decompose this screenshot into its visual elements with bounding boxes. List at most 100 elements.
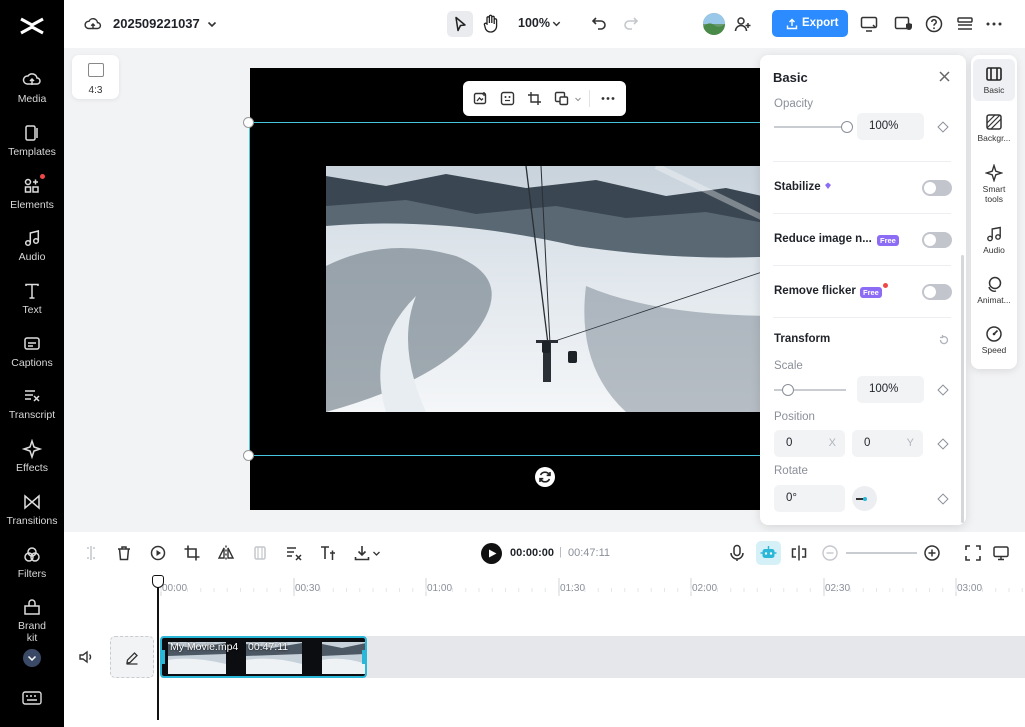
tool-audio[interactable]: Audio [973,225,1015,255]
position-y-input[interactable]: 0 Y [852,430,923,457]
nav-text[interactable]: Text [0,281,64,331]
smart-frame-icon[interactable] [500,91,515,106]
opacity-input[interactable]: 100% [857,113,924,140]
nav-elements[interactable]: Elements [0,174,64,226]
scale-input[interactable]: 100% [857,376,924,403]
more-icon[interactable] [600,91,616,106]
keyboard-icon[interactable] [22,690,42,706]
rotate-input[interactable]: 0° [774,485,845,512]
play-button[interactable] [481,543,502,564]
timeline-zoom-slider[interactable] [846,552,917,554]
split-screen-icon[interactable] [790,544,808,562]
chevron-down-icon[interactable] [206,18,218,30]
zoom-out-icon[interactable] [821,544,839,562]
crop-icon[interactable] [183,544,201,562]
play-range-icon[interactable] [149,544,167,562]
project-name[interactable]: 202509221037 [113,16,200,31]
select-tool-button[interactable] [447,11,473,37]
present-icon[interactable] [860,15,878,33]
add-user-icon[interactable] [734,15,752,33]
scale-slider-knob[interactable] [782,384,794,396]
zoom-chevron-icon[interactable] [551,18,562,29]
cover-edit-button[interactable] [110,636,154,678]
scale-keyframe-icon[interactable] [937,384,949,396]
nav-templates[interactable]: Templates [0,123,64,173]
music-note-icon [24,230,40,247]
split-icon[interactable] [82,544,100,562]
undo-icon[interactable] [591,15,607,31]
rotate-dial[interactable] [852,486,877,511]
help-icon[interactable] [925,15,943,33]
tool-background[interactable]: Backgr... [973,113,1015,143]
microphone-icon[interactable] [728,544,746,562]
nav-media[interactable]: Media [0,70,64,120]
cloud-save-icon[interactable] [84,15,102,33]
panel-scrollbar[interactable] [961,255,964,523]
rotate-handle[interactable] [535,467,555,487]
playhead[interactable] [157,575,159,720]
resize-handle-top-left[interactable] [243,117,254,128]
rotate-keyframe-icon[interactable] [937,493,949,505]
nav-transcript[interactable]: Transcript [0,386,64,436]
position-x-input[interactable]: 0 X [774,430,845,457]
selection-frame[interactable] [249,122,780,456]
replace-image-icon[interactable] [473,91,488,106]
more-icon[interactable] [985,15,1003,33]
nav-transitions[interactable]: Transitions [0,492,64,542]
background-remove-icon[interactable] [554,91,569,106]
capcut-logo[interactable] [18,12,46,40]
elements-icon [24,178,39,193]
ai-magnet-button[interactable] [756,541,781,565]
close-icon[interactable] [938,70,951,83]
zoom-level[interactable]: 100% [518,16,550,30]
nav-filters[interactable]: Filters [0,545,64,595]
flip-icon[interactable] [217,544,235,562]
tool-animation[interactable]: Animat... [973,275,1015,305]
remove-flicker-toggle[interactable] [922,284,952,300]
reduce-noise-toggle[interactable] [922,232,952,248]
remove-flicker-label: Remove flicker [774,285,856,297]
opacity-keyframe-icon[interactable] [937,121,949,133]
clip-trim-right[interactable] [362,650,365,664]
opacity-slider[interactable] [774,126,848,128]
monitor-icon[interactable] [992,544,1010,562]
captions-icon [24,337,40,350]
shield-monitor-icon[interactable] [894,15,912,33]
reset-icon[interactable] [938,334,950,346]
rotate-icon [539,471,551,483]
chevron-down-icon[interactable] [372,549,381,558]
expand-circle-icon[interactable] [22,648,42,668]
timeline-ruler[interactable] [158,574,1025,596]
export-button[interactable]: Export [772,10,848,37]
opacity-slider-knob[interactable] [841,121,853,133]
layers-icon[interactable] [956,15,974,33]
delete-icon[interactable] [115,544,133,562]
video-clip[interactable]: My Movie.mp4 00:47:11 [160,636,367,678]
redo-icon[interactable] [623,15,639,31]
clip-trim-left[interactable] [162,650,165,664]
playhead-handle[interactable] [152,575,164,588]
tool-basic[interactable]: Basic [973,59,1015,101]
position-keyframe-icon[interactable] [937,438,949,450]
captions-edit-icon[interactable] [285,544,303,562]
text-to-speech-icon[interactable] [319,544,337,562]
download-icon[interactable] [353,544,371,562]
zoom-in-icon[interactable] [923,544,941,562]
freeze-icon[interactable] [251,544,269,562]
cloud-upload-icon [22,73,41,85]
tool-speed[interactable]: Speed [973,325,1015,355]
nav-captions[interactable]: Captions [0,334,64,384]
nav-effects[interactable]: Effects [0,439,64,489]
crop-icon[interactable] [527,91,542,106]
nav-audio[interactable]: Audio [0,228,64,278]
tool-smart-tools[interactable]: Smart tools [973,164,1015,204]
avatar[interactable] [703,13,725,35]
stabilize-toggle[interactable] [922,180,952,196]
resize-handle-bottom-left[interactable] [243,450,254,461]
chevron-down-icon[interactable] [574,95,582,103]
hand-tool-icon[interactable] [482,14,500,33]
aspect-ratio-button[interactable]: 4:3 [72,55,119,99]
speaker-icon[interactable] [78,650,94,664]
nav-label: Effects [16,462,48,474]
fullscreen-icon[interactable] [964,544,982,562]
